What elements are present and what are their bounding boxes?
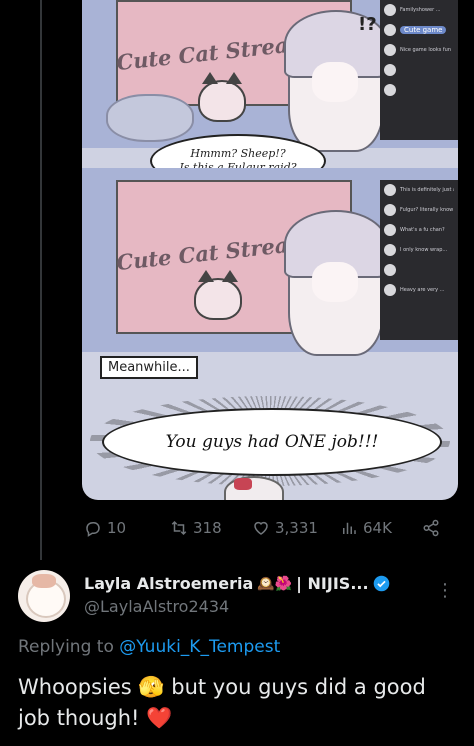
author-suffix: | NIJIS... bbox=[296, 574, 369, 593]
share-icon bbox=[423, 519, 439, 537]
chat-item bbox=[380, 60, 458, 80]
chat-item: This is definitely just a raid bbox=[380, 180, 458, 200]
sheep-drawing bbox=[106, 94, 194, 142]
reply-button[interactable]: 10 bbox=[84, 519, 126, 537]
cat-drawing bbox=[194, 270, 242, 320]
comic-panel-1: Cute Cat Stream !? Familyshower ... Cute… bbox=[82, 0, 458, 152]
chat-item bbox=[380, 260, 458, 280]
character-head-drawing bbox=[224, 476, 284, 500]
peeking-emoji: 🫣 bbox=[138, 675, 165, 699]
chat-item: I only know wrap... bbox=[380, 240, 458, 260]
red-heart-emoji: ❤️ bbox=[146, 706, 173, 730]
chat-avatar-icon bbox=[384, 84, 396, 96]
share-button[interactable] bbox=[422, 519, 440, 537]
exclaim-mark: !? bbox=[358, 14, 377, 35]
chat-item: Heavy are very ... bbox=[380, 280, 458, 300]
view-count: 64K bbox=[363, 519, 392, 537]
chat-avatar-icon bbox=[384, 244, 396, 256]
post-actions: 10 318 3,331 64K bbox=[84, 514, 454, 542]
comic-panel-2: Cute Cat Stream This is definitely just … bbox=[82, 168, 458, 356]
chat-item: What's a fu chan? bbox=[380, 220, 458, 240]
chat-item: Cute game bbox=[380, 20, 458, 40]
chat-avatar-icon bbox=[384, 4, 396, 16]
thread-line bbox=[40, 0, 42, 560]
chat-avatar-icon bbox=[384, 184, 396, 196]
chat-avatar-icon bbox=[384, 24, 396, 36]
cat-drawing bbox=[198, 72, 246, 122]
chat-avatar-icon bbox=[384, 204, 396, 216]
bubble-line-1: Hmmm? Sheep!? bbox=[190, 147, 286, 160]
caption-box: Meanwhile... bbox=[100, 356, 198, 379]
post-image[interactable]: Cute Cat Stream !? Familyshower ... Cute… bbox=[82, 0, 458, 500]
analytics-icon bbox=[343, 522, 356, 534]
reply-text-part-1: Whoopsies bbox=[18, 675, 139, 699]
like-button[interactable]: 3,331 bbox=[252, 519, 318, 537]
repost-count: 318 bbox=[193, 519, 222, 537]
reply-count: 10 bbox=[107, 519, 127, 537]
stream-chat: Familyshower ... Cute game Nice game loo… bbox=[380, 0, 458, 140]
shout-text: You guys had ONE job!!! bbox=[102, 408, 442, 476]
like-count: 3,331 bbox=[275, 519, 318, 537]
chat-item: Familyshower ... bbox=[380, 0, 458, 20]
shout-bubble: You guys had ONE job!!! bbox=[90, 396, 450, 486]
reply-icon bbox=[86, 522, 100, 537]
more-options-icon[interactable]: ⋮ bbox=[436, 582, 454, 600]
chat-avatar-icon bbox=[384, 44, 396, 56]
chat-avatar-icon bbox=[384, 224, 396, 236]
verified-badge-icon bbox=[373, 575, 389, 592]
chat-item: Nice game looks fun bbox=[380, 40, 458, 60]
replying-to: Replying to @Yuuki_K_Tempest bbox=[18, 637, 280, 657]
repost-icon bbox=[171, 520, 187, 536]
mention-link[interactable]: @Yuuki_K_Tempest bbox=[119, 637, 280, 657]
author-emoji: 🕰️🌺 bbox=[257, 575, 293, 592]
repost-button[interactable]: 318 bbox=[170, 519, 222, 537]
chat-avatar-icon bbox=[384, 64, 396, 76]
reply-body: Whoopsies 🫣 but you guys did a good job … bbox=[18, 672, 458, 734]
chat-avatar-icon bbox=[384, 284, 396, 296]
chat-avatar-icon bbox=[384, 264, 396, 276]
views-button[interactable]: 64K bbox=[340, 519, 392, 537]
character-drawing bbox=[284, 210, 388, 356]
author-name: Layla Alstroemeria bbox=[84, 574, 254, 593]
heart-outline-icon bbox=[254, 521, 268, 535]
bow-drawing bbox=[234, 478, 252, 490]
reply-author[interactable]: Layla Alstroemeria 🕰️🌺 | NIJIS... bbox=[84, 574, 390, 593]
chat-item bbox=[380, 80, 458, 100]
author-handle[interactable]: @LaylaAlstro2434 bbox=[84, 597, 229, 616]
chat-item: Fulgur? literally know her bbox=[380, 200, 458, 220]
avatar[interactable] bbox=[18, 570, 70, 622]
replying-prefix: Replying to bbox=[18, 637, 120, 657]
stream-chat: This is definitely just a raid Fulgur? l… bbox=[380, 180, 458, 340]
